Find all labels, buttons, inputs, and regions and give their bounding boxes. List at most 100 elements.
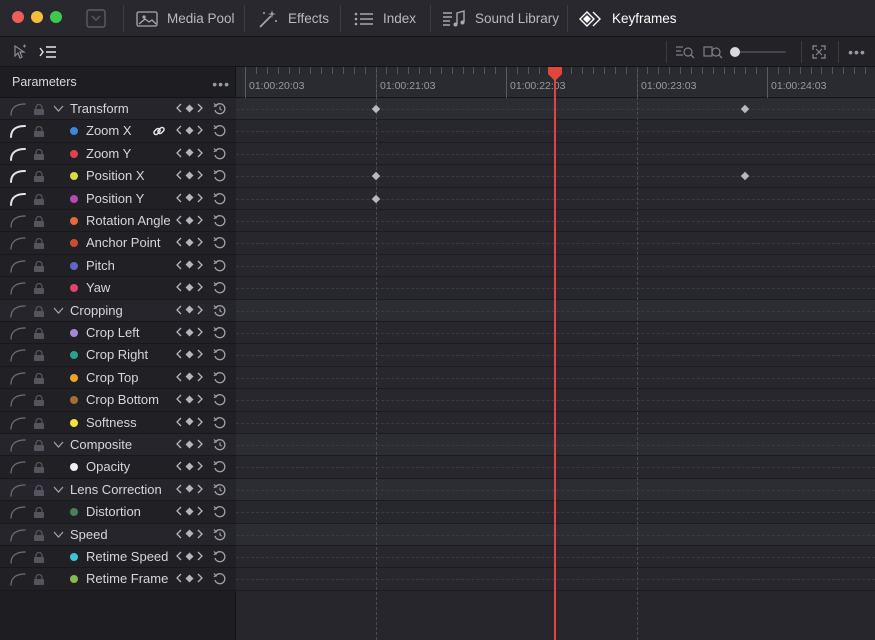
next-keyframe-icon[interactable] <box>197 260 203 270</box>
next-keyframe-icon[interactable] <box>197 417 203 427</box>
next-keyframe-icon[interactable] <box>197 305 203 315</box>
reset-icon[interactable] <box>213 550 227 564</box>
parameter-row-retime-frame[interactable]: Retime Frame <box>0 568 236 591</box>
next-keyframe-icon[interactable] <box>197 529 203 539</box>
previous-keyframe-icon[interactable] <box>176 349 182 359</box>
parameter-row-retime-speed[interactable]: Retime Speed <box>0 546 236 569</box>
parameter-row-crop-right[interactable]: Crop Right <box>0 344 236 367</box>
lock-icon[interactable] <box>33 238 45 250</box>
previous-keyframe-icon[interactable] <box>176 573 182 583</box>
curve-editor-icon[interactable] <box>9 326 27 340</box>
more-options-icon[interactable]: ••• <box>845 37 869 67</box>
lock-icon[interactable] <box>33 484 45 496</box>
add-keyframe-icon[interactable] <box>185 238 194 247</box>
reset-icon[interactable] <box>213 236 227 250</box>
next-keyframe-icon[interactable] <box>197 282 203 292</box>
parameter-row-transform[interactable]: Transform <box>0 98 236 121</box>
next-keyframe-icon[interactable] <box>197 484 203 494</box>
lock-icon[interactable] <box>33 462 45 474</box>
previous-keyframe-icon[interactable] <box>176 282 182 292</box>
next-keyframe-icon[interactable] <box>197 573 203 583</box>
playhead-handle[interactable] <box>547 67 563 81</box>
previous-keyframe-icon[interactable] <box>176 327 182 337</box>
curve-editor-icon[interactable] <box>9 348 27 363</box>
close-window-button[interactable] <box>12 11 24 23</box>
parameter-row-position-y[interactable]: Position Y <box>0 187 236 210</box>
next-keyframe-icon[interactable] <box>197 506 203 516</box>
previous-keyframe-icon[interactable] <box>176 103 182 113</box>
reset-icon[interactable] <box>213 326 227 340</box>
expand-list-icon[interactable] <box>38 37 58 67</box>
select-tool-icon[interactable] <box>10 37 30 67</box>
curve-editor-icon[interactable] <box>9 281 27 295</box>
playhead-line[interactable] <box>554 67 556 640</box>
previous-keyframe-icon[interactable] <box>176 439 182 449</box>
parameters-more-icon[interactable]: ••• <box>212 76 230 92</box>
previous-keyframe-icon[interactable] <box>176 148 182 158</box>
add-keyframe-icon[interactable] <box>185 417 194 426</box>
zoom-slider[interactable] <box>730 46 786 58</box>
curve-editor-icon[interactable] <box>9 528 27 542</box>
curve-editor-icon[interactable] <box>9 416 27 430</box>
lock-icon[interactable] <box>33 193 45 205</box>
parameter-row-zoom-y[interactable]: Zoom Y <box>0 142 236 166</box>
sound-library-button[interactable]: Sound Library <box>442 0 559 37</box>
reset-icon[interactable] <box>213 214 227 228</box>
next-keyframe-icon[interactable] <box>197 327 203 337</box>
maximize-window-button[interactable] <box>50 11 62 23</box>
add-keyframe-icon[interactable] <box>185 216 194 225</box>
reset-icon[interactable] <box>213 281 227 295</box>
previous-keyframe-icon[interactable] <box>176 305 182 315</box>
next-keyframe-icon[interactable] <box>197 125 203 135</box>
parameter-row-rotation-angle[interactable]: Rotation Angle <box>0 210 236 233</box>
reset-icon[interactable] <box>213 460 227 474</box>
next-keyframe-icon[interactable] <box>197 394 203 404</box>
chevron-down-icon[interactable] <box>53 440 64 449</box>
next-keyframe-icon[interactable] <box>197 461 203 471</box>
next-keyframe-icon[interactable] <box>197 215 203 225</box>
reset-icon[interactable] <box>213 393 227 407</box>
index-button[interactable]: Index <box>354 0 416 37</box>
add-keyframe-icon[interactable] <box>185 193 194 202</box>
lock-icon[interactable] <box>33 283 45 295</box>
parameter-row-crop-top[interactable]: Crop Top <box>0 366 236 390</box>
parameter-row-speed[interactable]: Speed <box>0 523 236 546</box>
next-keyframe-icon[interactable] <box>197 349 203 359</box>
lock-icon[interactable] <box>33 529 45 541</box>
chevron-down-icon[interactable] <box>53 530 64 539</box>
chevron-down-icon[interactable] <box>53 485 64 494</box>
curve-editor-icon[interactable] <box>9 214 27 228</box>
next-keyframe-icon[interactable] <box>197 372 203 382</box>
parameter-row-softness[interactable]: Softness <box>0 411 236 434</box>
previous-keyframe-icon[interactable] <box>176 551 182 561</box>
previous-keyframe-icon[interactable] <box>176 215 182 225</box>
previous-keyframe-icon[interactable] <box>176 125 182 135</box>
zoom-to-fit-horizontal-icon[interactable] <box>674 37 696 67</box>
keyframes-button[interactable]: Keyframes <box>579 0 677 37</box>
parameter-row-yaw[interactable]: Yaw <box>0 277 236 300</box>
add-keyframe-icon[interactable] <box>185 507 194 516</box>
previous-keyframe-icon[interactable] <box>176 260 182 270</box>
add-keyframe-icon[interactable] <box>185 574 194 583</box>
curve-editor-icon[interactable] <box>9 169 27 184</box>
next-keyframe-icon[interactable] <box>197 148 203 158</box>
add-keyframe-icon[interactable] <box>185 104 194 113</box>
panel-toggle-icon[interactable] <box>86 9 106 31</box>
add-keyframe-icon[interactable] <box>185 126 194 135</box>
lock-icon[interactable] <box>33 395 45 407</box>
parameter-row-pitch[interactable]: Pitch <box>0 254 236 278</box>
curve-editor-icon[interactable] <box>9 304 27 318</box>
reset-icon[interactable] <box>213 124 227 138</box>
reset-icon[interactable] <box>213 348 227 362</box>
curve-editor-icon[interactable] <box>9 550 27 564</box>
reset-icon[interactable] <box>213 505 227 519</box>
reset-icon[interactable] <box>213 304 227 318</box>
add-keyframe-icon[interactable] <box>185 260 194 269</box>
reset-icon[interactable] <box>213 416 227 430</box>
zoom-to-fit-vertical-icon[interactable] <box>702 37 724 67</box>
add-keyframe-icon[interactable] <box>185 171 194 180</box>
parameter-row-crop-left[interactable]: Crop Left <box>0 322 236 345</box>
lock-icon[interactable] <box>33 126 45 138</box>
parameter-row-anchor-point[interactable]: Anchor Point <box>0 232 236 255</box>
curve-editor-icon[interactable] <box>9 438 27 452</box>
